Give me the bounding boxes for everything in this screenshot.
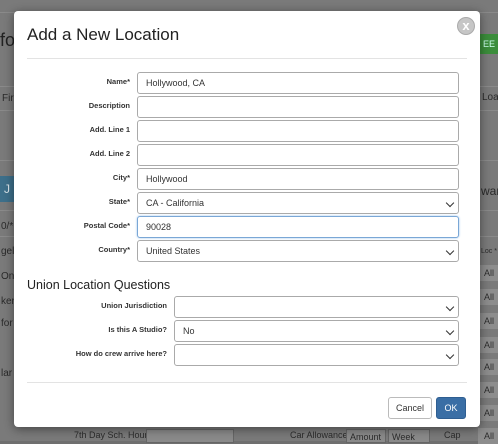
chevron-down-icon xyxy=(445,350,455,360)
postal-code-input[interactable]: 90028 xyxy=(137,216,459,238)
name-label: Name* xyxy=(106,77,130,86)
bg-left-text: On xyxy=(1,271,15,282)
bg-left-text: ker xyxy=(1,296,15,307)
header-divider xyxy=(27,58,467,59)
bg-left-text: gel xyxy=(1,246,15,257)
cancel-button[interactable]: Cancel xyxy=(388,397,432,419)
bg-cap-label: Cap xyxy=(444,430,461,440)
union-jurisdiction-label: Union Jurisdiction xyxy=(101,301,167,310)
chevron-down-icon xyxy=(445,326,455,336)
crew-arrival-select[interactable] xyxy=(174,344,459,366)
bg-left-text: for xyxy=(1,318,13,329)
city-input[interactable]: Hollywood xyxy=(137,168,459,190)
bg-table-cell[interactable]: All xyxy=(478,289,498,305)
union-section-title: Union Location Questions xyxy=(27,278,171,292)
chevron-down-icon xyxy=(445,246,455,256)
bg-table-cell[interactable]: All xyxy=(478,382,498,398)
description-input[interactable] xyxy=(137,96,459,118)
footer-divider xyxy=(27,382,467,383)
bg-hours-label: 7th Day Sch. Hours xyxy=(74,430,153,440)
bg-left-text: lar xyxy=(1,368,13,379)
bg-table-cell[interactable]: All xyxy=(478,359,498,375)
close-icon[interactable]: x xyxy=(457,17,475,35)
union-jurisdiction-select[interactable] xyxy=(174,296,459,318)
address-line-2-label: Add. Line 2 xyxy=(89,149,130,158)
bg-table-cell[interactable]: All xyxy=(478,405,498,421)
bg-right-text: Loc * xyxy=(481,248,497,255)
city-label: City* xyxy=(112,173,130,182)
bg-page-title: fo xyxy=(0,30,16,50)
dialog-title: Add a New Location xyxy=(27,25,180,44)
ok-button[interactable]: OK xyxy=(436,397,466,419)
address-line-1-label: Add. Line 1 xyxy=(89,125,130,134)
add-location-dialog: Add a New Location x Name* Hollywood, CA… xyxy=(14,11,480,427)
chevron-down-icon xyxy=(445,302,455,312)
chevron-down-icon xyxy=(445,198,455,208)
bg-right-text: wan xyxy=(481,184,498,198)
country-label: Country* xyxy=(98,245,130,254)
address-line-2-input[interactable] xyxy=(137,144,459,166)
state-select[interactable]: CA - California xyxy=(137,192,459,214)
bg-cap-cell[interactable]: All xyxy=(478,428,498,444)
studio-select[interactable]: No xyxy=(174,320,459,342)
bg-table-cell[interactable]: All xyxy=(478,265,498,281)
country-select[interactable]: United States xyxy=(137,240,459,262)
studio-label: Is this A Studio? xyxy=(108,325,167,334)
postal-code-label: Postal Code* xyxy=(83,221,130,230)
studio-value: No xyxy=(183,326,195,336)
bg-table-cell[interactable]: All xyxy=(478,313,498,329)
country-value: United States xyxy=(146,246,201,256)
bg-car-allowance-label: Car Allowance xyxy=(290,430,348,440)
bg-left-text: 0/* xyxy=(1,221,14,232)
bg-left-text: Fir xyxy=(2,93,14,104)
bg-add-button[interactable]: EE xyxy=(478,34,498,54)
bg-tab[interactable]: J xyxy=(0,176,14,202)
state-value: CA - California xyxy=(146,198,205,208)
state-label: State* xyxy=(108,197,130,206)
description-label: Description xyxy=(88,101,130,110)
bg-table-cell[interactable]: All xyxy=(478,337,498,353)
crew-arrival-label: How do crew arrive here? xyxy=(75,349,167,358)
address-line-1-input[interactable] xyxy=(137,120,459,142)
name-input[interactable]: Hollywood, CA xyxy=(137,72,459,94)
bg-right-text: Loa xyxy=(482,92,498,103)
